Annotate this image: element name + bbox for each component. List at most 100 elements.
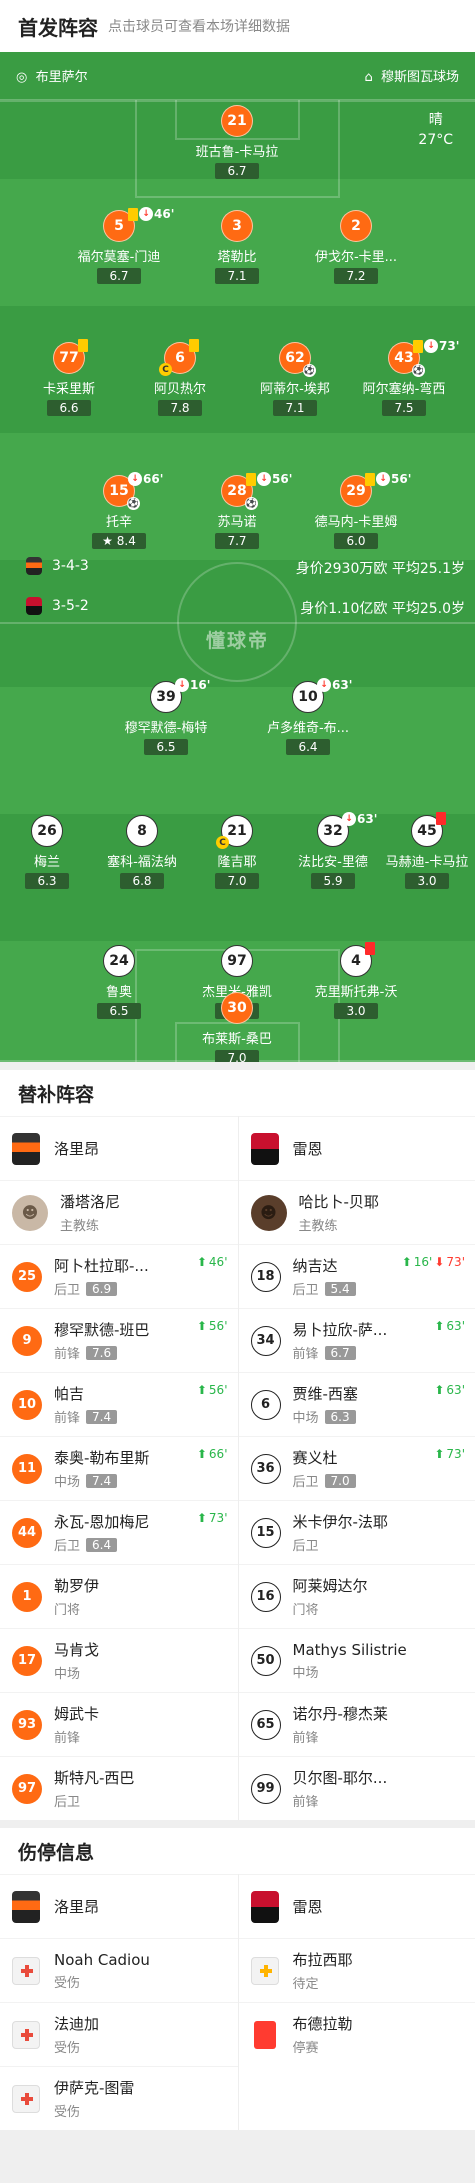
sub-out-icon: ↓ — [139, 207, 153, 221]
player-name: 马赫迪-卡马拉 — [367, 851, 475, 870]
player-position: 前锋 — [54, 1407, 80, 1426]
pitch-player[interactable]: 28 ↓56' ⚽ 苏马诺 7.7 — [177, 475, 297, 549]
player-info: 诺尔丹-穆杰莱前锋 — [293, 1703, 464, 1746]
player-info: 布德拉勒停赛 — [293, 2013, 464, 2056]
pitch-player[interactable]: 15 ↓66' ⚽ 托辛 ★ 8.4 — [59, 475, 179, 549]
player-name: 穆罕默德-梅特 — [106, 717, 226, 736]
sub-player-row[interactable]: 36赛义杜后卫7.0⬆73' — [239, 1436, 475, 1500]
player-number-badge: 65 — [251, 1710, 281, 1740]
pitch-player[interactable]: 39 ↓16' 穆罕默德-梅特 6.5 — [106, 681, 226, 755]
sub-player-row[interactable]: 16阿莱姆达尔门将 — [239, 1564, 475, 1628]
sub-player-row[interactable]: 18纳吉达后卫5.4⬆16' ⬇73' — [239, 1244, 475, 1308]
player-number-badge: 18 — [251, 1262, 281, 1292]
player-rating: 7.4 — [86, 1410, 117, 1424]
player-name: 贾维-西塞 — [293, 1383, 433, 1404]
pitch-player[interactable]: 29 ↓56' 德马内-卡里姆 6.0 — [296, 475, 416, 549]
player-info: 阿莱姆达尔门将 — [293, 1575, 464, 1618]
pitch-player[interactable]: 24 鲁奥 6.5 — [59, 945, 179, 1019]
sub-player-row[interactable]: 10帕吉前锋7.4⬆56' — [0, 1372, 238, 1436]
subs-lists: 洛里昂 ☻潘塔洛尼主教练 25阿卜杜拉耶-...后卫6.9⬆46'9穆罕默德-班… — [0, 1116, 475, 1820]
injury-row[interactable]: 法迪加受伤 — [0, 2002, 238, 2066]
injury-row[interactable]: 布德拉勒停赛 — [239, 2002, 475, 2066]
pitch-player[interactable]: 3 塔勒比 7.1 — [177, 210, 297, 284]
player-name: 米卡伊尔-法耶 — [293, 1511, 433, 1532]
captain-icon: C — [159, 363, 172, 376]
sub-player-row[interactable]: 34易卜拉欣-萨...前锋6.7⬆63' — [239, 1308, 475, 1372]
player-meta: 中场7.4 — [54, 1471, 226, 1490]
pitch-player[interactable]: 77 卡采里斯 6.6 — [9, 342, 129, 416]
player-meta: 中场 — [293, 1662, 464, 1681]
player-number-badge: 1 — [12, 1582, 42, 1612]
injury-medkit-icon — [12, 2085, 40, 2113]
player-name: 德马内-卡里姆 — [296, 511, 416, 530]
sub-player-row[interactable]: 97斯特凡-西巴后卫 — [0, 1756, 238, 1820]
sub-player-row[interactable]: 6贾维-西塞中场6.3⬆63' — [239, 1372, 475, 1436]
sub-player-row[interactable]: 15米卡伊尔-法耶后卫 — [239, 1500, 475, 1564]
player-info: 姆武卡前锋 — [54, 1703, 226, 1746]
pitch-player[interactable]: 5 ↓46' 福尔莫塞-门迪 6.7 — [59, 210, 179, 284]
event-minute: 66' — [143, 472, 163, 486]
pitch-player[interactable]: 45 马赫迪-卡马拉 3.0 — [367, 815, 475, 889]
injury-row[interactable]: Noah Cadiou受伤 — [0, 1938, 238, 2002]
sub-player-row[interactable]: 44永瓦-恩加梅尼后卫6.4⬆73' — [0, 1500, 238, 1564]
player-position: 前锋 — [293, 1727, 319, 1746]
sub-player-row[interactable]: 9穆罕默德-班巴前锋7.6⬆56' — [0, 1308, 238, 1372]
pitch-player[interactable]: 43 ↓73' ⚽ 阿尔塞纳-弯西 7.5 — [344, 342, 464, 416]
sub-player-row[interactable]: 11泰奥-勒布里斯中场7.4⬆66' — [0, 1436, 238, 1500]
event-minute: 56' — [272, 472, 292, 486]
player-rating: 6.4 — [86, 1538, 117, 1552]
pitch-player[interactable]: 6C 阿贝热尔 7.8 — [120, 342, 240, 416]
sub-player-row[interactable]: 99贝尔图-耶尔...前锋 — [239, 1756, 475, 1820]
pitch-player[interactable]: 62⚽ 阿蒂尔-埃邦 7.1 — [235, 342, 355, 416]
injury-row[interactable]: 伊萨克-图雷受伤 — [0, 2066, 238, 2130]
player-name: 阿尔塞纳-弯西 — [344, 378, 464, 397]
player-rating: 5.4 — [325, 1282, 356, 1296]
event-minute: 16' — [190, 678, 210, 692]
player-rating: 7.2 — [334, 268, 378, 284]
injury-status: 停赛 — [293, 2037, 464, 2056]
player-name: 姆武卡 — [54, 1703, 194, 1724]
away-crest-icon — [251, 1133, 279, 1165]
sub-player-row[interactable]: 1勒罗伊门将 — [0, 1564, 238, 1628]
player-rating: 5.9 — [311, 873, 355, 889]
captain-icon: C — [216, 836, 229, 849]
pitch-player[interactable]: 21 班古鲁-卡马拉 6.7 — [177, 105, 297, 179]
player-meta: 门将 — [54, 1599, 226, 1618]
pitch-player[interactable]: 30 布莱斯-桑巴 7.0 — [177, 992, 297, 1062]
sub-event-minute: 73' — [209, 1511, 228, 1525]
player-name: 塔勒比 — [177, 246, 297, 265]
player-meta: 后卫 — [293, 1535, 464, 1554]
sub-event: ⬆66' — [197, 1447, 228, 1461]
player-position: 门将 — [293, 1599, 319, 1618]
pitch-player[interactable]: 2 伊戈尔-卡里... 7.2 — [296, 210, 416, 284]
sub-player-row[interactable]: 65 诺尔丹-穆杰莱前锋 — [239, 1692, 475, 1756]
player-position: 中场 — [293, 1662, 319, 1681]
player-name: 法迪加 — [54, 2013, 194, 2034]
sub-player-row[interactable]: 17马肯戈中场 — [0, 1628, 238, 1692]
player-rating: 6.5 — [144, 739, 188, 755]
pitch-player[interactable]: 4 克里斯托弗-沃 3.0 — [296, 945, 416, 1019]
pitch: ◎ 布里萨尔 ⌂ 穆斯图瓦球场 晴 27°C 懂球帝 3-4-3 身价2930万… — [0, 52, 475, 1062]
player-info: 贝尔图-耶尔...前锋 — [293, 1767, 464, 1810]
player-name: 赛义杜 — [293, 1447, 433, 1468]
player-position: 后卫 — [54, 1535, 80, 1554]
player-number-badge: 34 — [251, 1326, 281, 1356]
assist-icon: ⚽ — [303, 364, 316, 377]
player-rating: 6.7 — [325, 1346, 356, 1360]
player-rating: 6.6 — [47, 400, 91, 416]
home-formation-label: 3-4-3 — [52, 558, 89, 574]
player-position: 后卫 — [293, 1279, 319, 1298]
player-name: 阿莱姆达尔 — [293, 1575, 433, 1596]
sub-player-row[interactable]: 25阿卜杜拉耶-...后卫6.9⬆46' — [0, 1244, 238, 1308]
coach-row[interactable]: ☻潘塔洛尼主教练 — [0, 1180, 238, 1244]
sub-player-row[interactable]: 50Mathys Silistrie中场 — [239, 1628, 475, 1692]
injury-row[interactable]: 布拉西耶待定 — [239, 1938, 475, 2002]
player-number-badge: 6 — [251, 1390, 281, 1420]
assist-icon: ⚽ — [412, 364, 425, 377]
coach-row[interactable]: ☻哈比卜-贝耶主教练 — [239, 1180, 475, 1244]
sub-out-icon: ↓ — [257, 472, 271, 486]
pitch-player[interactable]: 10 ↓63' 卢多维奇-布... 6.4 — [248, 681, 368, 755]
player-meta: 后卫 6.4 — [54, 1535, 226, 1554]
sub-event-minute-2: 73' — [446, 1255, 465, 1269]
sub-player-row[interactable]: 93姆武卡前锋 — [0, 1692, 238, 1756]
